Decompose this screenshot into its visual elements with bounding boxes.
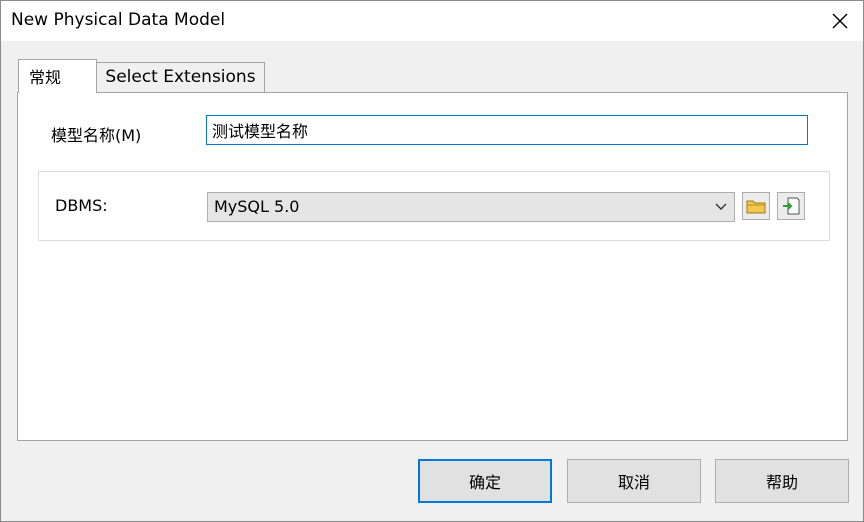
window-title: New Physical Data Model (11, 10, 226, 30)
tab-select-extensions[interactable]: Select Extensions (96, 62, 265, 94)
import-dbms-button[interactable] (777, 192, 805, 220)
browse-dbms-button[interactable] (742, 192, 770, 220)
chevron-down-icon (715, 203, 727, 210)
folder-icon (746, 200, 766, 214)
import-icon (783, 197, 800, 215)
dbms-select[interactable]: MySQL 5.0 (207, 192, 735, 222)
close-icon (832, 13, 848, 29)
model-name-input[interactable] (206, 115, 808, 145)
dialog-window: New Physical Data Model 常规 Select Extens… (0, 0, 864, 522)
model-name-label: 模型名称(M) (51, 126, 142, 145)
tab-panel-general: 模型名称(M) DBMS: MySQL 5.0 (17, 92, 848, 441)
dbms-label: DBMS: (55, 196, 108, 215)
cancel-button[interactable]: 取消 (567, 459, 701, 503)
dbms-group: DBMS: MySQL 5.0 (38, 171, 830, 241)
ok-button[interactable]: 确定 (418, 459, 552, 503)
tab-general[interactable]: 常规 (18, 59, 97, 93)
title-bar[interactable]: New Physical Data Model (1, 1, 863, 41)
close-button[interactable] (817, 1, 863, 41)
help-button[interactable]: 帮助 (715, 459, 849, 503)
dbms-selected-value: MySQL 5.0 (214, 197, 300, 216)
